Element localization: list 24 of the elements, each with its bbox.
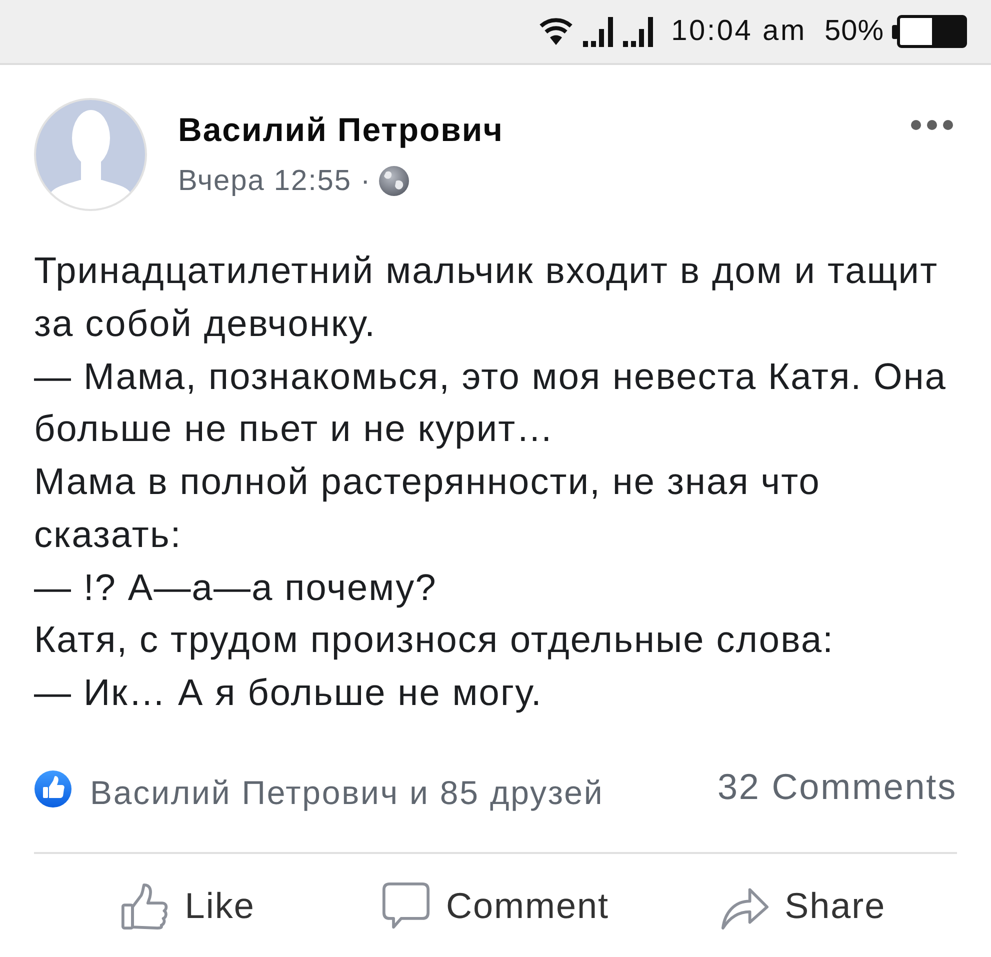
author-name[interactable]: Василий Петрович [178, 110, 504, 150]
speech-bubble-icon [382, 882, 430, 930]
comments-count-link[interactable]: 32 Comments [718, 766, 957, 808]
signal-bars-icon [583, 16, 616, 46]
globe-icon [378, 165, 410, 197]
share-button[interactable]: Share [720, 882, 886, 930]
battery-icon [892, 15, 967, 48]
post-text: — !? А—а—а почему? [34, 566, 438, 610]
likes-summary[interactable]: Василий Петрович и 85 друзей [90, 774, 604, 812]
signal-bars-icon [623, 16, 656, 46]
post-text: — Мама, познакомься, это моя невеста Катя. Она больше не пьет и не курит… [34, 354, 948, 452]
thumbs-up-icon [120, 882, 169, 930]
comment-button[interactable]: Comment [382, 882, 610, 930]
battery-percent: 50% [824, 17, 884, 46]
post-text: Катя, с трудом произнося отдельные слова: [34, 618, 836, 662]
status-time: 10:04 am [671, 17, 806, 46]
post-text: Мама в полной растерянности, не зная что сказать: [34, 460, 822, 557]
post-text: Тринадцатилетний мальчик входит в дом и тащит за собой девчонку. [34, 249, 940, 346]
post-time: Вчера 12:55 · [178, 164, 372, 198]
thumbs-up-badge-icon [34, 770, 72, 808]
post-text: — Ик… А я больше не могу. [34, 671, 544, 715]
wifi-icon [539, 18, 574, 45]
like-button[interactable]: Like [120, 882, 255, 930]
more-options-button[interactable] [911, 120, 953, 130]
